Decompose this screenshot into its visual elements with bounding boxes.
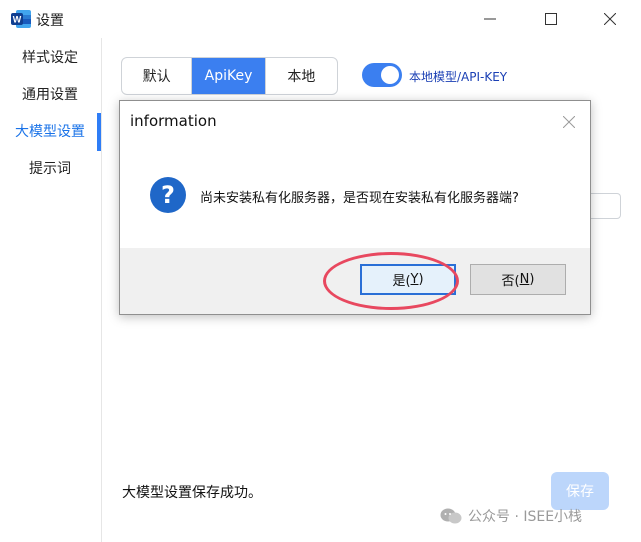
no-button-label: 否( [501,274,520,289]
tab-local[interactable]: 本地 [266,58,337,94]
tab-default[interactable]: 默认 [122,58,193,94]
local-model-toggle[interactable] [362,63,402,87]
status-message: 大模型设置保存成功。 [122,485,262,501]
close-button[interactable] [587,4,633,34]
watermark-text: 公众号 · ISEE小栈 [468,509,583,525]
question-icon: ? [150,177,186,213]
minimize-button[interactable] [467,4,513,34]
sidebar-item-llm[interactable]: 大模型设置 [0,114,100,150]
tab-apikey[interactable]: ApiKey [192,58,266,94]
window-title: 设置 [36,13,64,29]
dialog-title: information [130,112,217,130]
sidebar-item-general[interactable]: 通用设置 [0,77,100,113]
close-icon [563,116,575,128]
sidebar-item-label: 提示词 [29,161,71,177]
toggle-knob [381,66,399,84]
no-button-key: N [519,272,530,287]
word-app-icon: W [10,8,32,30]
sidebar-item-label: 大模型设置 [15,124,85,140]
no-button[interactable]: 否(N) [470,264,566,295]
svg-text:W: W [13,15,22,25]
dialog-close-button[interactable] [556,109,582,135]
dialog-message: 尚未安装私有化服务器，是否现在安装私有化服务器端? [200,191,519,206]
watermark: 公众号 · ISEE小栈 [440,503,582,529]
sidebar-item-prompt[interactable]: 提示词 [0,151,100,187]
sidebar-item-label: 通用设置 [22,87,78,103]
maximize-button[interactable] [528,4,574,34]
active-indicator [97,113,101,151]
close-icon [604,13,616,25]
highlight-ring [323,252,459,310]
sidebar-item-style[interactable]: 样式设定 [0,40,100,76]
sidebar: 样式设定 通用设置 大模型设置 提示词 [0,38,102,542]
wechat-icon [440,508,462,524]
mode-tabs: 默认 ApiKey 本地 [121,57,338,95]
title-bar: W 设置 [0,0,641,38]
minimize-icon [484,18,496,20]
no-button-label-close: ) [529,272,535,287]
sidebar-item-label: 样式设定 [22,50,78,66]
toggle-label: 本地模型/API-KEY [409,70,508,84]
maximize-icon [545,13,557,25]
